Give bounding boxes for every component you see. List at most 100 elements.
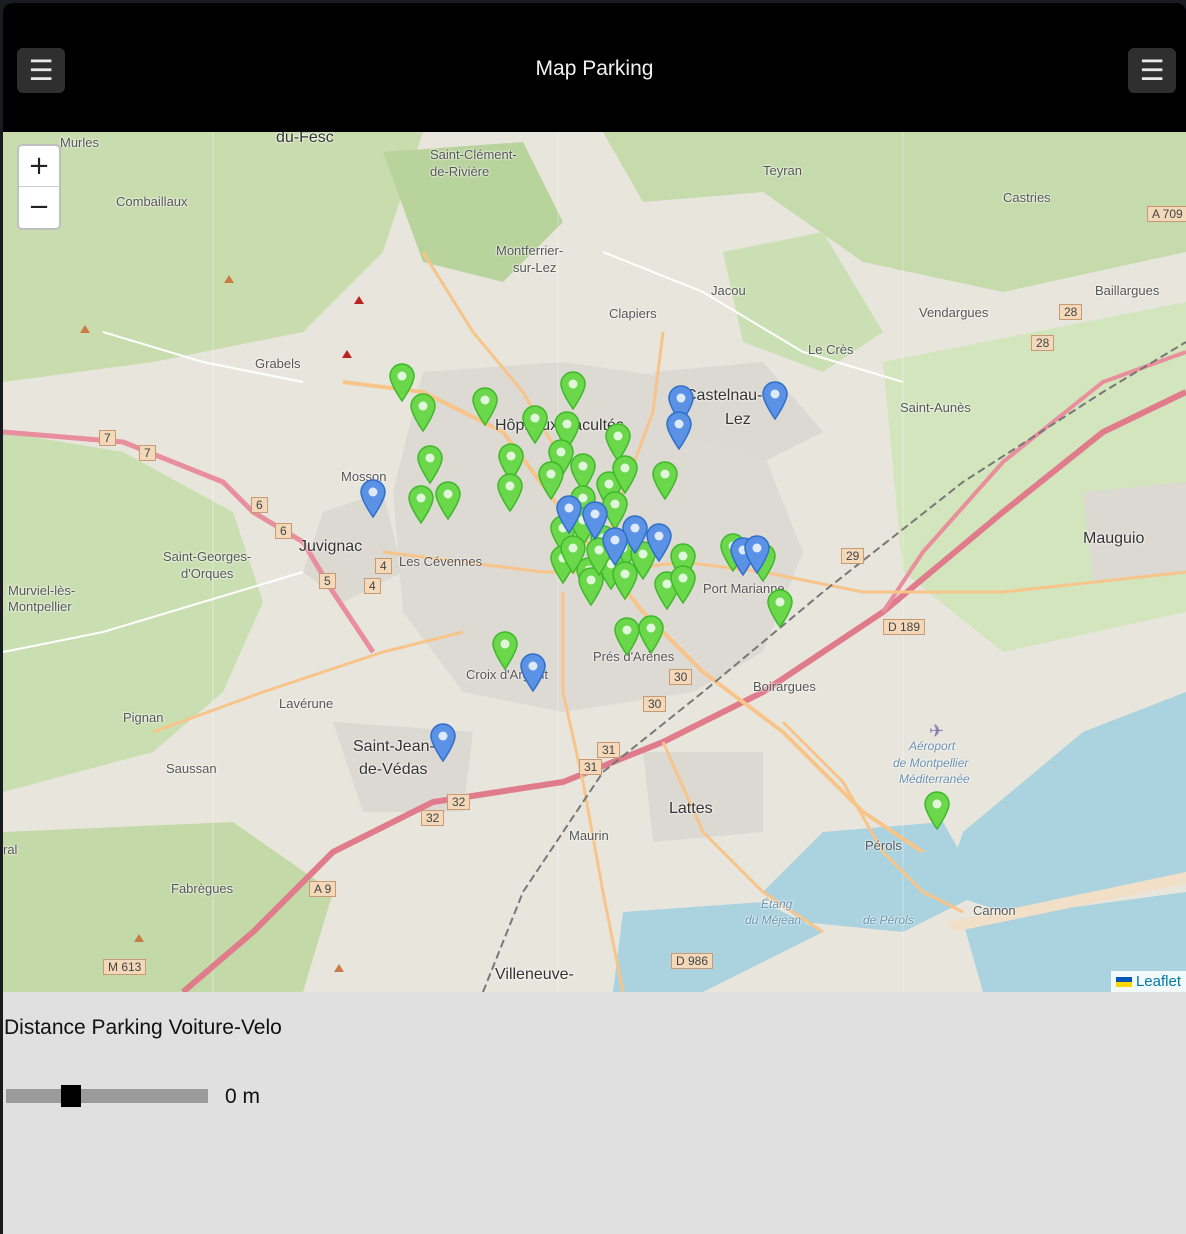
bike-parking-marker[interactable] <box>766 588 794 629</box>
bike-parking-marker[interactable] <box>434 480 462 521</box>
car-parking-marker[interactable] <box>601 526 629 567</box>
place-label: Lattes <box>669 800 713 817</box>
road-shield: D 986 <box>671 953 714 969</box>
road-shield: 6 <box>251 497 268 513</box>
place-label: Teyran <box>763 163 803 178</box>
road-shield: 30 <box>643 696 667 712</box>
car-parking-marker[interactable] <box>519 652 547 693</box>
car-parking-marker[interactable] <box>665 410 693 451</box>
place-label: de Pérols <box>863 913 914 927</box>
zoom-in-button[interactable]: + <box>19 146 59 187</box>
road-shield: 31 <box>579 759 603 775</box>
app-window: ☰ Map Parking ☰ ✈ Murles du-Fesc Saint-C… <box>3 3 1186 1234</box>
road-shield: A 709 <box>1147 206 1186 222</box>
place-label: de-Védas <box>359 761 428 778</box>
page-title: Map Parking <box>535 57 654 80</box>
bike-parking-marker[interactable] <box>651 460 679 501</box>
place-label: sur-Lez <box>513 260 557 275</box>
map-attribution[interactable]: Leaflet <box>1110 971 1186 992</box>
place-label: Jacou <box>711 283 746 298</box>
place-label: Montpellier <box>8 599 72 614</box>
place-label: Vendargues <box>919 305 989 320</box>
place-label: Saint-Clément- <box>430 147 517 162</box>
place-label: Combaillaux <box>116 194 188 209</box>
place-label: Murles <box>60 135 100 150</box>
car-parking-marker[interactable] <box>359 478 387 519</box>
place-label: Lavérune <box>279 696 334 711</box>
bike-parking-marker[interactable] <box>416 444 444 485</box>
place-label: Saint-Georges- <box>163 549 252 564</box>
car-parking-marker[interactable] <box>743 534 771 575</box>
place-label: du-Fesc <box>276 132 334 146</box>
bike-parking-marker[interactable] <box>637 614 665 655</box>
distance-panel: Distance Parking Voiture-Velo 0 m <box>3 992 1186 1234</box>
place-label: Saint-Jean- <box>353 738 435 755</box>
place-label: Villeneuve- <box>495 966 574 983</box>
place-label: du Méjean <box>745 913 802 927</box>
bike-parking-marker[interactable] <box>496 472 524 513</box>
place-label: Étang <box>761 897 793 911</box>
car-parking-marker[interactable] <box>429 722 457 763</box>
car-parking-marker[interactable] <box>645 522 673 563</box>
road-shield: 30 <box>669 669 693 685</box>
place-label: Fabrègues <box>171 881 234 896</box>
road-shield: A 9 <box>309 881 337 897</box>
bike-parking-marker[interactable] <box>669 564 697 605</box>
place-label: Baillargues <box>1095 283 1160 298</box>
place-label: Boirargues <box>753 679 816 694</box>
place-label: Lez <box>725 411 751 428</box>
place-label: Castries <box>1003 190 1051 205</box>
road-shield: 32 <box>421 810 445 826</box>
place-label: Les Cévennes <box>399 554 483 569</box>
place-label: Méditerranée <box>899 772 970 786</box>
ukraine-flag-icon <box>1115 977 1132 988</box>
bike-parking-marker[interactable] <box>559 370 587 411</box>
road-shield: 31 <box>597 742 621 758</box>
place-label: Grabels <box>255 356 301 371</box>
place-label: Montferrier- <box>496 243 564 258</box>
zoom-out-button[interactable]: − <box>19 187 59 228</box>
road-shield: M 613 <box>103 959 147 975</box>
car-parking-marker[interactable] <box>555 494 583 535</box>
distance-value: 0 m <box>225 1085 261 1108</box>
place-label: Clapiers <box>609 306 657 321</box>
place-label: d'Orques <box>181 566 234 581</box>
place-label: de-Rivière <box>430 164 490 179</box>
place-label: Saussan <box>166 761 217 776</box>
top-bar: ☰ Map Parking ☰ <box>3 3 1186 132</box>
road-shield: 7 <box>99 430 116 446</box>
place-label: Juvignac <box>299 538 363 555</box>
bike-parking-marker[interactable] <box>491 630 519 671</box>
place-label: Carnon <box>973 903 1016 918</box>
zoom-control: + − <box>17 144 61 230</box>
parking-map[interactable]: ✈ Murles du-Fesc Saint-Clément-de-Rivière T… <box>3 132 1186 992</box>
bike-parking-marker[interactable] <box>611 454 639 495</box>
place-label: Mauguio <box>1083 530 1145 547</box>
road-shield: 28 <box>1031 335 1055 351</box>
bike-parking-marker[interactable] <box>409 392 437 433</box>
road-shield: 28 <box>1059 304 1083 320</box>
road-shield: 4 <box>364 578 381 594</box>
distance-slider[interactable] <box>6 1085 208 1107</box>
place-label: Le Crès <box>808 342 854 357</box>
bike-parking-marker[interactable] <box>521 404 549 445</box>
road-shield: 32 <box>447 794 471 810</box>
right-menu-button[interactable]: ☰ <box>1128 48 1176 93</box>
place-label: Aéroport <box>909 739 956 753</box>
place-label: de Montpellier <box>893 756 969 770</box>
bike-parking-marker[interactable] <box>407 484 435 525</box>
road-shield: 5 <box>319 573 336 589</box>
road-shield: 29 <box>841 548 865 564</box>
distance-label: Distance Parking Voiture-Velo <box>4 1016 282 1039</box>
road-shield: 7 <box>139 445 156 461</box>
slider-thumb[interactable] <box>61 1085 81 1107</box>
leaflet-link[interactable]: Leaflet <box>1136 973 1181 990</box>
place-label: Murviel-lès- <box>8 583 76 598</box>
bike-parking-marker[interactable] <box>471 386 499 427</box>
place-label: Pérols <box>865 838 902 853</box>
bike-parking-marker[interactable] <box>923 790 951 831</box>
car-parking-marker[interactable] <box>761 380 789 421</box>
road-shield: 6 <box>275 523 292 539</box>
place-label: Maurin <box>569 828 609 843</box>
road-shield: 4 <box>375 558 392 574</box>
